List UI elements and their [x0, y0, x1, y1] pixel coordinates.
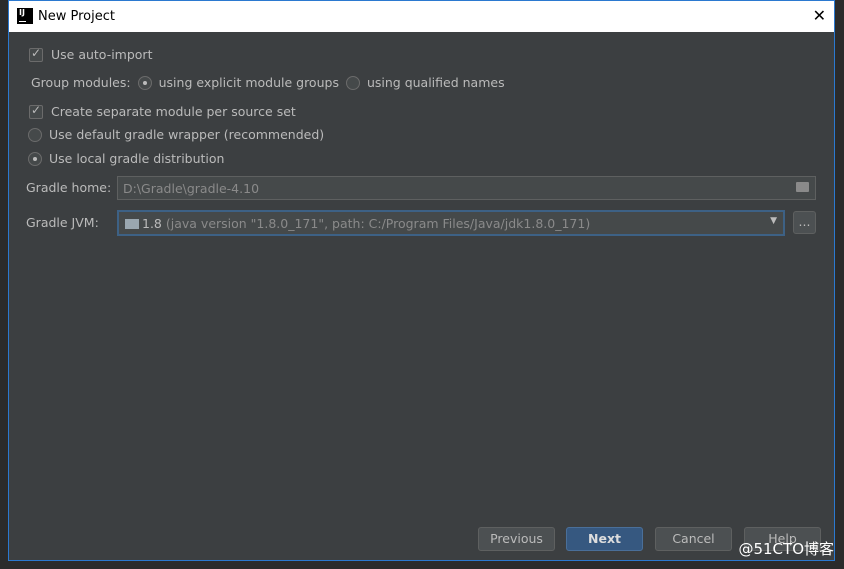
- folder-icon[interactable]: [796, 182, 809, 192]
- cancel-button[interactable]: Cancel: [655, 527, 732, 551]
- group-qualified-radio[interactable]: using qualified names: [345, 75, 505, 90]
- default-wrapper-label: Use default gradle wrapper (recommended): [49, 127, 325, 142]
- gradle-home-input[interactable]: D:\Gradle\gradle-4.10: [117, 176, 816, 200]
- group-modules-row: Group modules: using explicit module gro…: [31, 75, 505, 90]
- group-explicit-label: using explicit module groups: [158, 75, 339, 90]
- chevron-down-icon: ▼: [770, 216, 777, 226]
- intellij-logo-icon: IJ: [17, 8, 33, 24]
- new-project-dialog: IJ New Project ✕ Use auto-import Group m…: [8, 0, 835, 561]
- gradle-home-label: Gradle home:: [26, 180, 112, 195]
- radio-icon: [28, 151, 42, 166]
- gradle-jvm-label: Gradle JVM:: [26, 215, 99, 230]
- watermark: @51CTO博客: [738, 540, 834, 558]
- default-wrapper-radio[interactable]: Use default gradle wrapper (recommended): [28, 127, 324, 142]
- local-distribution-radio[interactable]: Use local gradle distribution: [28, 151, 224, 166]
- title-bar: IJ New Project ✕: [9, 1, 834, 32]
- group-qualified-label: using qualified names: [366, 75, 505, 90]
- jdk-folder-icon: [125, 219, 139, 229]
- checkbox-icon: [29, 46, 43, 62]
- separate-module-checkbox[interactable]: Create separate module per source set: [29, 103, 296, 119]
- browse-jvm-button[interactable]: ...: [793, 211, 816, 234]
- group-explicit-radio[interactable]: using explicit module groups: [137, 75, 346, 90]
- jvm-detail: (java version "1.8.0_171", path: C:/Prog…: [165, 216, 591, 231]
- gradle-jvm-select[interactable]: 1.8 (java version "1.8.0_171", path: C:/…: [117, 210, 785, 236]
- window-title: New Project: [38, 9, 115, 24]
- separate-module-label: Create separate module per source set: [51, 104, 296, 119]
- auto-import-label: Use auto-import: [51, 47, 153, 62]
- local-distribution-label: Use local gradle distribution: [49, 151, 225, 166]
- radio-icon: [345, 75, 360, 90]
- checkbox-icon: [29, 103, 43, 119]
- close-icon[interactable]: ✕: [813, 6, 826, 25]
- auto-import-checkbox[interactable]: Use auto-import: [29, 46, 153, 62]
- next-button[interactable]: Next: [566, 527, 643, 551]
- group-modules-label: Group modules:: [31, 75, 131, 90]
- jvm-version: 1.8: [142, 216, 162, 231]
- gradle-home-value: D:\Gradle\gradle-4.10: [123, 181, 260, 196]
- previous-button[interactable]: Previous: [478, 527, 555, 551]
- radio-icon: [137, 75, 152, 90]
- radio-icon: [28, 127, 42, 142]
